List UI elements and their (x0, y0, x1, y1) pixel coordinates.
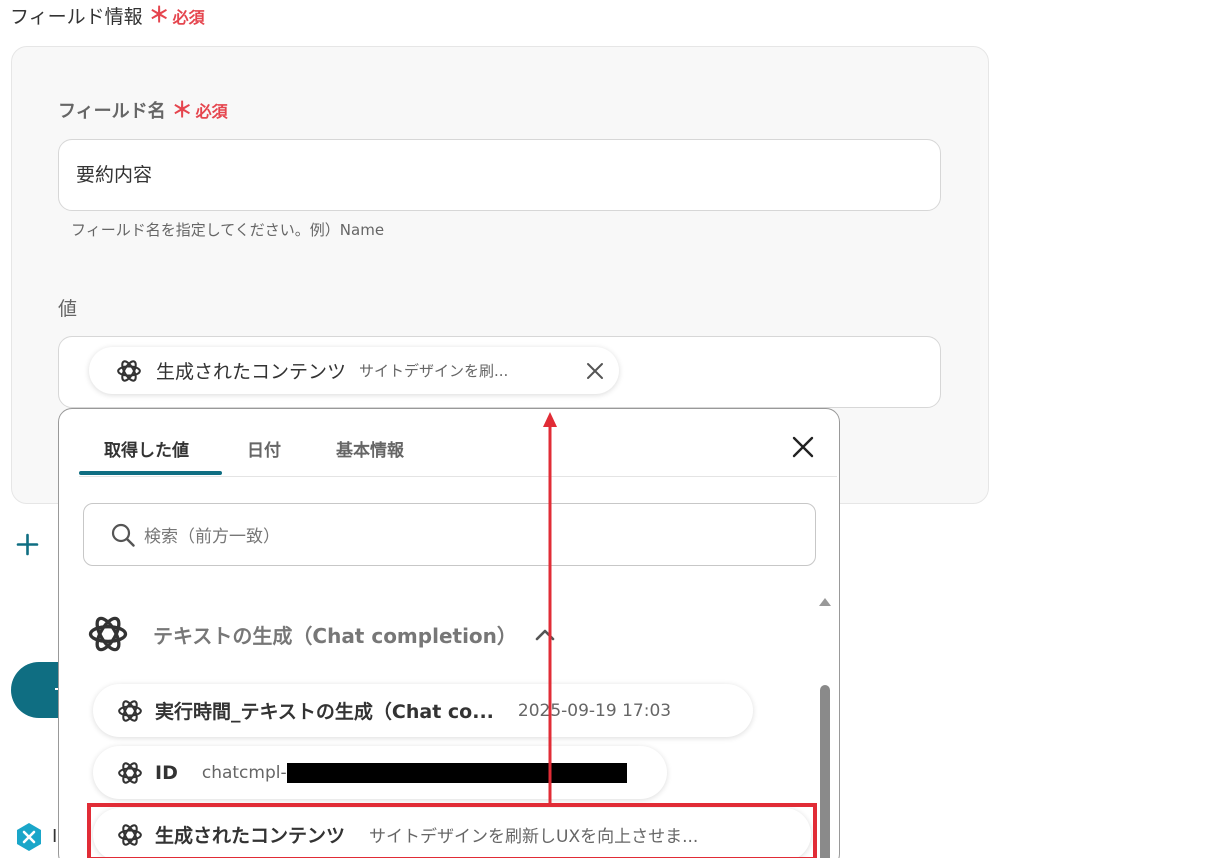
tab-basic-info[interactable]: 基本情報 (336, 436, 404, 461)
field-name-label: フィールド名 ＊ 必須 (58, 97, 228, 123)
highlight-box (87, 803, 817, 858)
item-name: 実行時間_テキストの生成（Chat co... (155, 701, 494, 723)
partial-label: I (52, 826, 58, 847)
app-logo-icon (17, 823, 41, 851)
chip-preview: サイトデザインを刷... (359, 362, 509, 380)
search-icon (111, 523, 135, 547)
value-chip[interactable]: 生成されたコンテンツ サイトデザインを刷... (89, 347, 619, 394)
tab-divider (79, 476, 837, 477)
scroll-up-icon[interactable] (818, 596, 832, 608)
item-value: chatcmpl- (201, 762, 287, 783)
search-input[interactable]: 検索（前方一致） (83, 503, 816, 566)
chip-name: 生成されたコンテンツ (156, 361, 347, 383)
plus-icon[interactable] (15, 532, 40, 557)
active-tab-indicator (79, 471, 222, 475)
item-value: 2025-09-19 17:03 (517, 700, 672, 721)
close-icon[interactable] (585, 361, 605, 381)
openai-logo-icon (117, 357, 141, 384)
redaction-bar (286, 762, 627, 783)
field-name-hint: フィールド名を指定してください。例）Name (71, 221, 385, 239)
section-title-text: フィールド情報 (10, 6, 143, 28)
field-name-input[interactable]: 要約内容 (58, 139, 941, 211)
scrollbar-thumb[interactable] (820, 685, 830, 858)
item-name: ID (155, 761, 178, 784)
search-placeholder: 検索（前方一致） (144, 527, 280, 547)
tab-date[interactable]: 日付 (247, 436, 281, 461)
required-star: ＊ (171, 97, 193, 122)
field-name-label-text: フィールド名 (58, 101, 166, 122)
list-item[interactable]: ID chatcmpl- (93, 746, 667, 799)
group-header[interactable]: テキストの生成（Chat completion） (87, 613, 555, 655)
openai-logo-icon (88, 613, 128, 655)
required-star: ＊ (148, 3, 170, 27)
required-label: 必須 (172, 7, 205, 27)
close-icon[interactable] (790, 434, 816, 460)
openai-logo-icon (118, 759, 142, 786)
chevron-up-icon[interactable] (535, 627, 555, 641)
group-title: テキストの生成（Chat completion） (153, 623, 517, 648)
value-label: 値 (58, 298, 78, 320)
required-label: 必須 (195, 102, 228, 121)
section-title: フィールド情報 ＊ 必須 (10, 2, 205, 29)
openai-logo-icon (118, 697, 142, 724)
list-item[interactable]: 実行時間_テキストの生成（Chat co... 2025-09-19 17:03 (93, 684, 753, 737)
tab-acquired-values[interactable]: 取得した値 (104, 436, 189, 461)
